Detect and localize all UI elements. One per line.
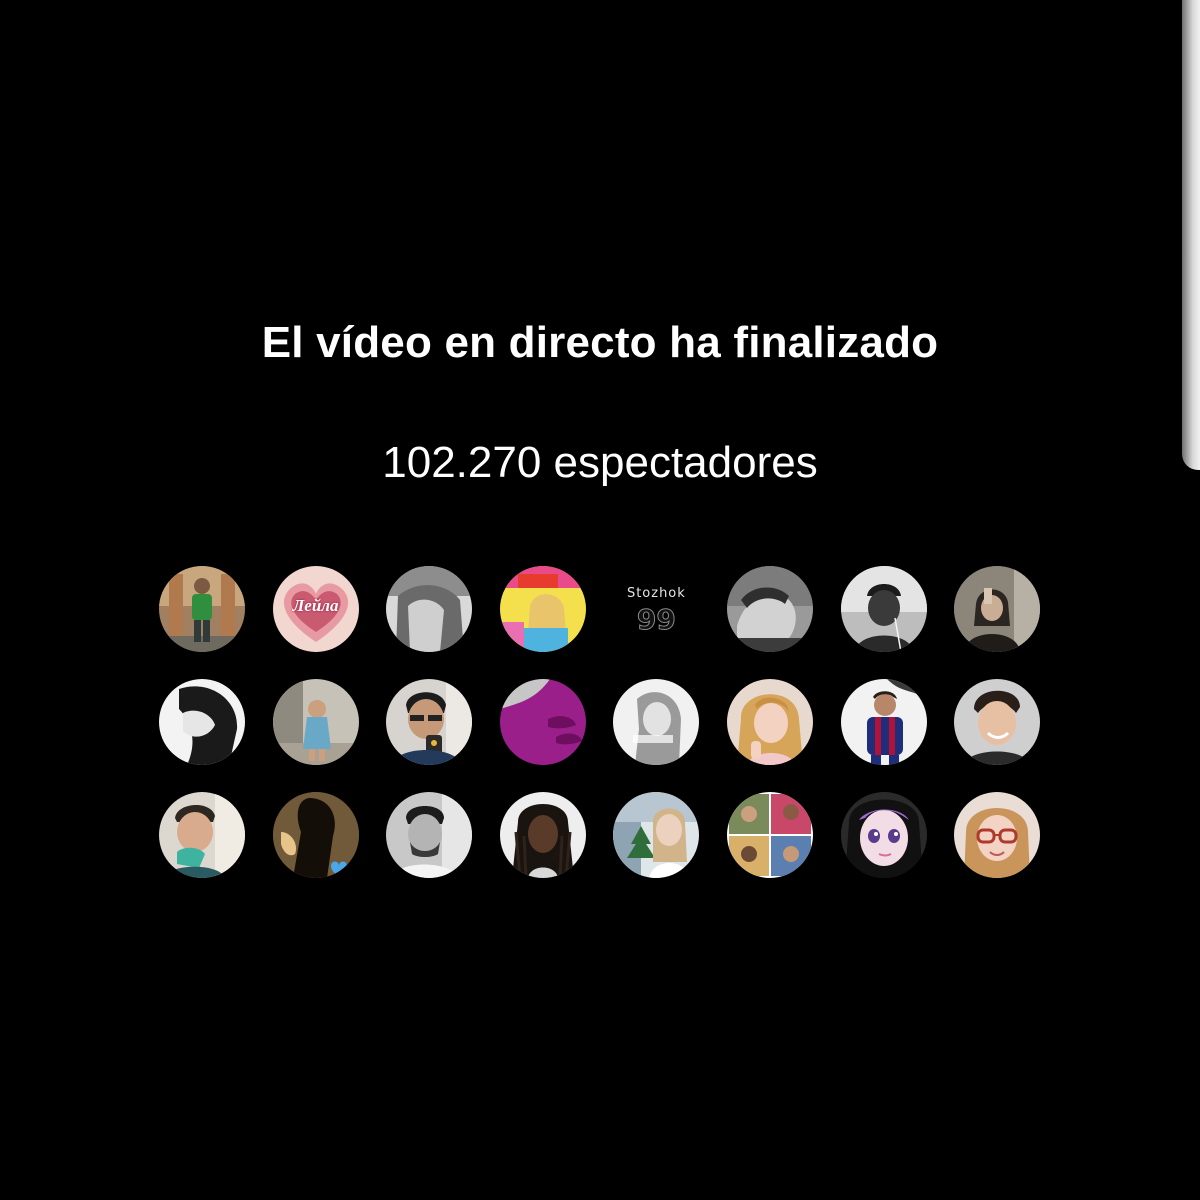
avatar-mirror-selfie[interactable] bbox=[954, 566, 1041, 652]
avatar-grayscale-woman[interactable] bbox=[386, 566, 473, 652]
avatar-photo-collage[interactable] bbox=[726, 792, 813, 878]
avatar-heart-text: Лейла bbox=[292, 596, 339, 615]
avatar-man-beanie[interactable] bbox=[840, 566, 927, 652]
avatar-football-player[interactable] bbox=[840, 679, 927, 765]
avatar-heart-hands[interactable]: Лейла bbox=[272, 566, 359, 652]
avatar-text-logo[interactable]: Stozhok 99 bbox=[613, 566, 700, 652]
avatar-man-green-shirt[interactable] bbox=[159, 566, 245, 652]
avatar-woman-christmas-tree[interactable] bbox=[613, 792, 700, 878]
live-ended-screen: El vídeo en directo ha finalizado 102.27… bbox=[0, 0, 1200, 1200]
avatar-man-hand-chin[interactable] bbox=[159, 792, 245, 878]
viewer-avatar-grid: Лейла Stozhok 99 bbox=[159, 566, 1041, 878]
edge-panel-handle[interactable] bbox=[1182, 0, 1200, 470]
avatar-girl-glasses[interactable] bbox=[954, 792, 1041, 878]
avatar-woman-braids[interactable] bbox=[499, 792, 586, 878]
avatar-bw-woman-profile[interactable] bbox=[159, 679, 245, 765]
avatar-man-phone-selfie[interactable] bbox=[386, 679, 473, 765]
avatar-child-photo[interactable] bbox=[272, 679, 359, 765]
avatar-silhouette-heart[interactable] bbox=[272, 792, 359, 878]
avatar-logo-number: 99 bbox=[636, 603, 676, 637]
avatar-bw-man-car[interactable] bbox=[386, 792, 473, 878]
avatar-bw-woman-light[interactable] bbox=[613, 679, 700, 765]
viewer-count: 102.270 espectadores bbox=[382, 438, 818, 487]
avatar-woman-blonde[interactable] bbox=[726, 679, 813, 765]
avatar-young-man-smile[interactable] bbox=[954, 679, 1041, 765]
live-ended-title: El vídeo en directo ha finalizado bbox=[261, 318, 939, 367]
avatar-anime-eyes-woman[interactable] bbox=[840, 792, 927, 878]
avatar-grayscale-man[interactable] bbox=[726, 566, 813, 652]
avatar-colorful-collage[interactable] bbox=[499, 566, 586, 652]
avatar-purple-abstract[interactable] bbox=[499, 679, 586, 765]
avatar-logo-name: Stozhok bbox=[626, 586, 686, 601]
